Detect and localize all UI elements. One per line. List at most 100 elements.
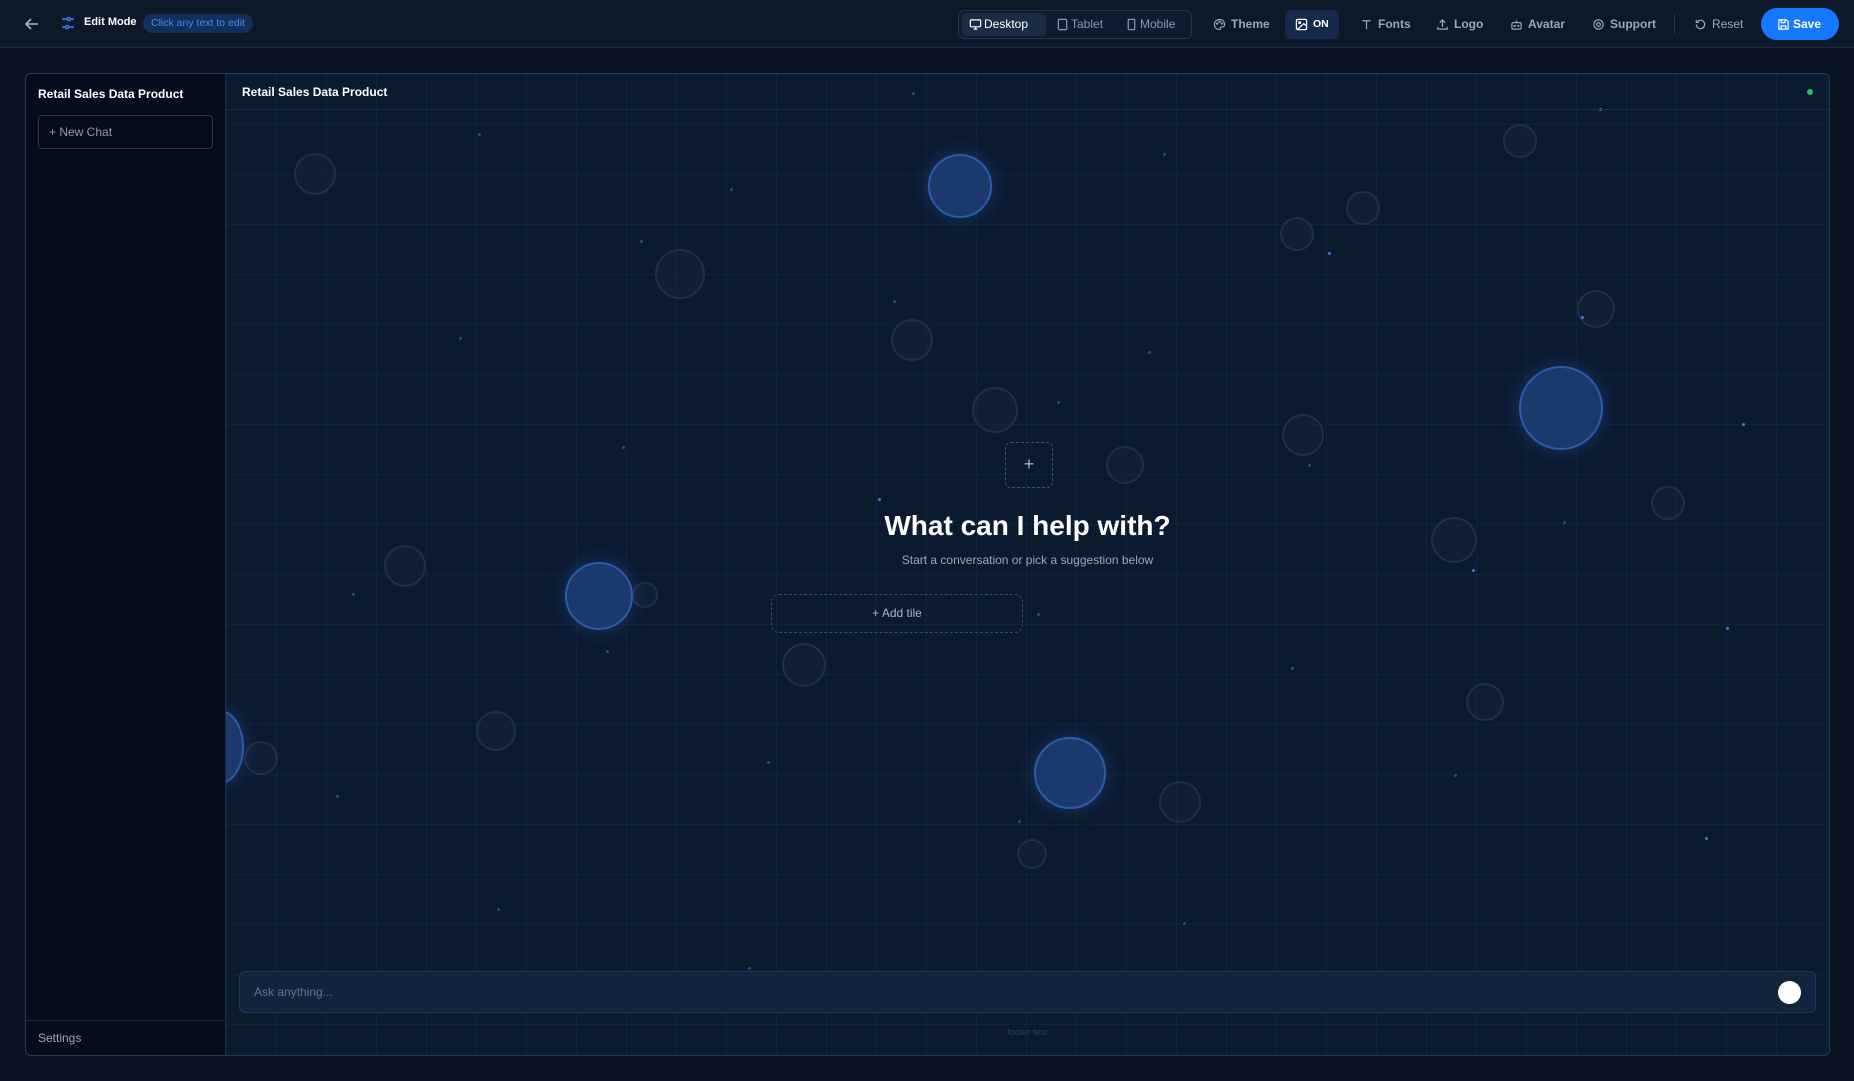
decor-dot <box>622 446 625 449</box>
decor-dot <box>1308 464 1311 467</box>
decor-ring <box>1282 414 1324 456</box>
hero-subtitle[interactable]: Start a conversation or pick a suggestio… <box>226 553 1829 567</box>
upload-icon <box>1437 19 1448 30</box>
image-icon <box>1295 18 1308 31</box>
decor-ring <box>782 643 826 687</box>
decor-dot <box>1726 627 1729 630</box>
decor-bubble <box>226 710 244 784</box>
back-arrow-icon[interactable] <box>22 14 42 34</box>
decor-ring <box>1017 839 1047 869</box>
decor-dot <box>1472 569 1475 572</box>
decor-ring <box>476 711 516 751</box>
fonts-button[interactable]: Fonts <box>1358 10 1411 39</box>
decor-ring <box>1106 446 1144 484</box>
device-switcher: Desktop Tablet Mobile <box>958 10 1192 39</box>
decor-ring <box>1577 290 1615 328</box>
chat-input-bar <box>239 971 1816 1013</box>
tablet-icon <box>1057 18 1068 31</box>
add-logo-button[interactable]: + <box>1005 442 1053 488</box>
decor-dot <box>878 498 881 501</box>
decor-dot <box>893 300 896 303</box>
decor-dot <box>1742 423 1745 426</box>
decor-ring <box>632 582 658 608</box>
save-label: Save <box>1793 17 1822 31</box>
lifebuoy-icon <box>1593 19 1604 30</box>
save-button[interactable]: Save <box>1761 8 1839 40</box>
decor-ring <box>1280 217 1314 251</box>
decor-dot <box>1581 316 1584 319</box>
top-toolbar: Edit Mode Click any text to edit Desktop… <box>0 0 1854 48</box>
decor-ring <box>1503 124 1537 158</box>
edit-mode-label: Edit Mode <box>84 16 137 28</box>
device-mobile-button[interactable]: Mobile <box>1118 13 1188 36</box>
decor-dot <box>730 188 733 191</box>
background-toggle-label: ON <box>1313 18 1329 30</box>
decor-ring <box>972 387 1018 433</box>
save-icon <box>1778 19 1789 30</box>
ask-input[interactable] <box>254 972 1734 1012</box>
decor-ring <box>891 319 933 361</box>
device-desktop-button[interactable]: Desktop <box>962 13 1046 36</box>
decor-bubble <box>1519 366 1603 450</box>
decor-dot <box>1057 401 1060 404</box>
decor-dot <box>1291 667 1294 670</box>
decor-dot <box>459 337 462 340</box>
edit-mode-icon <box>60 15 76 31</box>
decor-dot <box>1018 820 1021 823</box>
chat-main: Retail Sales Data Product + What can I h… <box>226 74 1829 1055</box>
decor-dot <box>336 795 339 798</box>
add-tile-button[interactable]: + Add tile <box>771 594 1023 633</box>
send-button[interactable] <box>1778 981 1801 1004</box>
decor-dot <box>767 761 770 764</box>
mobile-icon <box>1127 18 1136 31</box>
logo-button[interactable]: Logo <box>1434 10 1483 39</box>
decor-dot <box>1148 351 1151 354</box>
device-mobile-label: Mobile <box>1140 17 1176 31</box>
decor-ring <box>244 741 278 775</box>
sidebar: Retail Sales Data Product + New Chat Set… <box>26 74 226 1055</box>
logo-label: Logo <box>1454 17 1484 31</box>
decor-ring <box>1466 683 1504 721</box>
theme-label: Theme <box>1231 17 1270 31</box>
decor-dot <box>640 240 643 243</box>
decor-dot <box>1454 774 1457 777</box>
decor-dot <box>478 133 481 136</box>
decor-dot <box>606 650 609 653</box>
decor-ring <box>655 249 705 299</box>
avatar-label: Avatar <box>1528 17 1565 31</box>
settings-link[interactable]: Settings <box>38 1031 81 1045</box>
support-button[interactable]: Support <box>1590 10 1656 39</box>
online-status-dot <box>1807 89 1813 95</box>
device-tablet-button[interactable]: Tablet <box>1049 13 1115 36</box>
sidebar-divider <box>26 1020 225 1021</box>
decor-dot <box>497 908 500 911</box>
hero-title[interactable]: What can I help with? <box>226 510 1829 542</box>
monitor-icon <box>969 19 982 30</box>
theme-button[interactable]: Theme <box>1211 10 1270 39</box>
decor-bubble <box>928 154 992 218</box>
decor-dot <box>1328 252 1331 255</box>
reset-button[interactable]: Reset <box>1692 10 1743 39</box>
decor-dot <box>1037 613 1040 616</box>
toolbar-divider <box>1674 14 1675 34</box>
decor-bubble <box>565 562 633 630</box>
chat-header-title[interactable]: Retail Sales Data Product <box>242 85 387 99</box>
sidebar-brand[interactable]: Retail Sales Data Product <box>38 87 183 101</box>
device-desktop-label: Desktop <box>984 17 1029 31</box>
background-image-toggle[interactable]: ON <box>1285 10 1339 39</box>
avatar-button[interactable]: Avatar <box>1508 10 1565 39</box>
bot-icon <box>1511 20 1522 30</box>
fonts-label: Fonts <box>1378 17 1411 31</box>
device-tablet-label: Tablet <box>1071 17 1104 31</box>
decor-ring <box>294 153 336 195</box>
decor-ring <box>1346 191 1380 225</box>
decor-dot <box>1163 153 1166 156</box>
palette-icon <box>1213 18 1226 31</box>
decor-dot <box>352 593 355 596</box>
reset-label: Reset <box>1712 17 1744 31</box>
footer-text[interactable]: footer text <box>226 1027 1829 1037</box>
new-chat-button[interactable]: + New Chat <box>38 115 213 149</box>
support-label: Support <box>1610 17 1656 31</box>
decor-dot <box>748 967 751 970</box>
decor-ring <box>1159 781 1201 823</box>
